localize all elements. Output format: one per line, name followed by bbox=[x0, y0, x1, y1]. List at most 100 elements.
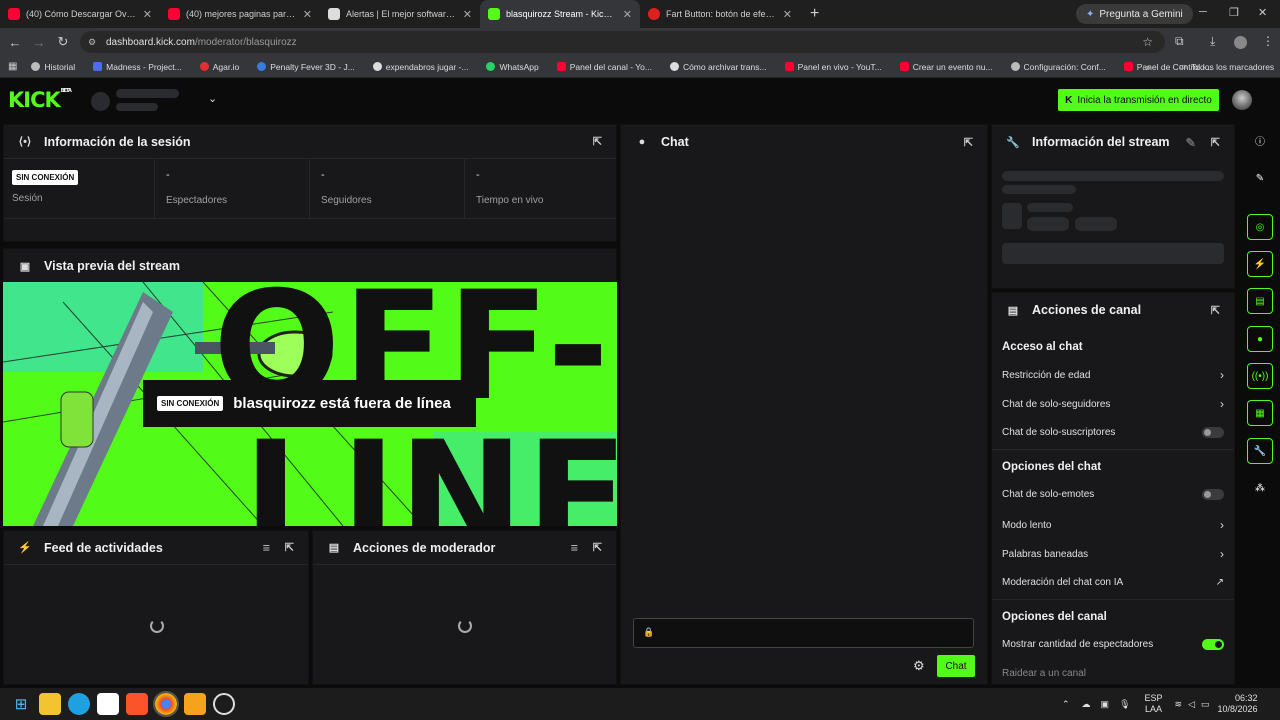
chrome-icon[interactable] bbox=[153, 691, 179, 717]
chat-send-button[interactable]: Chat bbox=[937, 655, 975, 677]
channel-actions-icon[interactable]: ▦ bbox=[1247, 400, 1273, 426]
gemini-button[interactable]: ✦ Pregunta a Gemini bbox=[1076, 4, 1193, 24]
external-link-icon: ↗ bbox=[1215, 577, 1224, 588]
windows-taskbar: ⊞ ⌃ ☁ ▣ 🎙 ESP LAA ≋ ◁ ▭ 06:32 10/8/2026 bbox=[0, 688, 1280, 720]
close-icon[interactable]: ✕ bbox=[783, 8, 792, 21]
chat-bubble-icon[interactable]: ● bbox=[1247, 326, 1273, 352]
browser-tab[interactable]: Alertas | El mejor software para...✕ bbox=[320, 0, 480, 28]
site-info-icon[interactable]: ⚙ bbox=[88, 37, 96, 48]
followers-only-row[interactable]: Chat de solo-seguidores › bbox=[1002, 397, 1224, 411]
popout-icon[interactable]: ⇱ bbox=[593, 135, 602, 148]
subscribers-only-toggle[interactable] bbox=[1202, 427, 1224, 438]
browser-tab-active[interactable]: blasquirozz Stream - Kick Dashb...✕ bbox=[480, 0, 640, 28]
preview-focus-icon[interactable]: ◎ bbox=[1247, 214, 1273, 240]
lightning-icon[interactable]: ⚡ bbox=[1247, 251, 1273, 277]
raid-channel-row[interactable]: Raidear a un canal bbox=[1002, 668, 1224, 679]
close-icon[interactable]: ✕ bbox=[303, 8, 312, 21]
windows-start-icon[interactable]: ⊞ bbox=[10, 693, 32, 715]
chat-input[interactable]: 🔒 bbox=[633, 618, 974, 648]
slow-mode-row[interactable]: Modo lento › bbox=[1002, 518, 1224, 532]
bookmark-star-icon[interactable]: ☆ bbox=[1142, 35, 1153, 49]
google-icon bbox=[669, 62, 679, 71]
close-icon[interactable]: ✕ bbox=[463, 8, 472, 21]
emotes-only-toggle[interactable] bbox=[1202, 489, 1224, 500]
edit-pencil-icon[interactable]: ✎ bbox=[1186, 135, 1196, 150]
more-bookmarks-icon[interactable]: » bbox=[1146, 62, 1151, 72]
battery-icon[interactable]: ▭ bbox=[1201, 699, 1210, 710]
browser-tab[interactable]: (40) mejores paginas para edita...✕ bbox=[160, 0, 320, 28]
back-icon[interactable]: ← bbox=[3, 35, 27, 50]
bookmark-item[interactable]: Panel en vivo - YouT... bbox=[784, 62, 882, 72]
extensions-icon[interactable]: ⧉ bbox=[1175, 34, 1184, 49]
new-tab-button[interactable]: + bbox=[810, 5, 819, 23]
info-icon[interactable]: ⓘ bbox=[1247, 127, 1273, 153]
profile-icon[interactable] bbox=[1234, 36, 1247, 49]
bookmark-item[interactable]: Historial bbox=[31, 62, 75, 72]
clipboard-icon[interactable]: ▤ bbox=[1247, 288, 1273, 314]
bookmark-item[interactable]: Panel del canal - Yo... bbox=[556, 62, 652, 72]
restore-icon[interactable]: ❐ bbox=[1229, 6, 1239, 19]
popout-icon[interactable]: ⇱ bbox=[285, 541, 294, 554]
window-close-icon[interactable]: ✕ bbox=[1258, 6, 1267, 19]
bookmark-item[interactable]: Crear un evento nu... bbox=[899, 62, 993, 72]
wifi-icon[interactable]: ≋ bbox=[1175, 699, 1183, 710]
address-bar[interactable]: ⚙ dashboard.kick.com/moderator/blasquiro… bbox=[80, 31, 1165, 53]
show-viewers-toggle[interactable] bbox=[1202, 639, 1224, 650]
bookmark-item[interactable]: Penalty Fever 3D - J... bbox=[257, 62, 355, 72]
browser-tab[interactable]: Fart Button: botón de efectos d...✕ bbox=[640, 0, 800, 28]
channel-switcher-chevron-icon[interactable]: ⌄ bbox=[208, 92, 217, 105]
bookmark-item[interactable]: Cómo archivar trans... bbox=[669, 62, 767, 72]
stat-followers: - Seguidores bbox=[321, 169, 372, 206]
bookmark-item[interactable]: Configuración: Conf... bbox=[1010, 62, 1106, 72]
kick-logo[interactable]: KICKBETA bbox=[8, 88, 72, 112]
obs-icon[interactable] bbox=[213, 693, 235, 715]
go-live-button[interactable]: K Inicia la transmisión en directo bbox=[1058, 89, 1219, 111]
bookmark-item[interactable]: WhatsApp bbox=[486, 62, 539, 72]
user-avatar[interactable] bbox=[1232, 90, 1252, 110]
banned-words-row[interactable]: Palabras baneadas › bbox=[1002, 547, 1224, 561]
volume-icon[interactable]: ◁ bbox=[1188, 699, 1195, 710]
age-restriction-row[interactable]: Restricción de edad › bbox=[1002, 368, 1224, 382]
file-explorer-icon[interactable] bbox=[39, 693, 61, 715]
store-icon[interactable] bbox=[97, 693, 119, 715]
wrench-icon[interactable]: 🔧 bbox=[1247, 438, 1273, 464]
edit-pencil-icon[interactable]: ✎ bbox=[1247, 165, 1273, 191]
reload-icon[interactable]: ↻ bbox=[51, 34, 75, 50]
subtitle-placeholder bbox=[1002, 185, 1076, 194]
all-bookmarks[interactable]: ▭ Todos los marcadores bbox=[1179, 61, 1274, 72]
microphone-icon[interactable]: 🎙 bbox=[1119, 699, 1130, 710]
layout-icon[interactable]: ⁂ bbox=[1247, 475, 1273, 501]
close-icon[interactable]: ✕ bbox=[623, 8, 632, 21]
browser-tab[interactable]: (40) Cómo Descargar Overlays ...✕ bbox=[0, 0, 160, 28]
broadcast-icon[interactable]: ((•)) bbox=[1247, 363, 1273, 389]
filter-icon[interactable]: ≡ bbox=[571, 541, 578, 555]
cloud-icon[interactable]: ☁ bbox=[1082, 699, 1091, 710]
app-tray-icon[interactable]: ▣ bbox=[1101, 699, 1110, 710]
lock-icon: 🔒 bbox=[643, 627, 655, 637]
forward-icon[interactable]: → bbox=[27, 35, 51, 50]
language-indicator[interactable]: ESP LAA bbox=[1145, 693, 1163, 715]
apps-icon[interactable]: ▦ bbox=[8, 61, 17, 72]
panel-header: ⟨•⟩ Información de la sesión ⇱ bbox=[4, 125, 616, 159]
bookmark-item[interactable]: Madness - Project... bbox=[93, 62, 182, 72]
menu-kebab-icon[interactable]: ⋮ bbox=[1262, 34, 1274, 48]
chevron-up-icon[interactable]: ⌃ bbox=[1062, 699, 1070, 710]
clock[interactable]: 06:32 10/8/2026 bbox=[1218, 693, 1258, 715]
popout-icon[interactable]: ⇱ bbox=[1211, 304, 1220, 317]
brave-icon[interactable] bbox=[126, 693, 148, 715]
popout-icon[interactable]: ⇱ bbox=[593, 541, 602, 554]
bookmark-item[interactable]: expendabros jugar -... bbox=[372, 62, 468, 72]
popout-icon[interactable]: ⇱ bbox=[1211, 136, 1220, 149]
download-icon[interactable]: ⤓ bbox=[1210, 34, 1215, 49]
popout-icon[interactable]: ⇱ bbox=[964, 136, 973, 149]
chat-settings-gear-icon[interactable]: ⚙ bbox=[913, 658, 925, 674]
edge-icon[interactable] bbox=[68, 693, 90, 715]
vlc-icon[interactable] bbox=[184, 693, 206, 715]
filter-icon[interactable]: ≡ bbox=[263, 541, 270, 555]
status-badge: SIN CONEXIÓN bbox=[12, 170, 79, 185]
ai-moderation-row[interactable]: Moderación del chat con IA ↗ bbox=[1002, 577, 1224, 588]
bookmark-item[interactable]: Agar.io bbox=[199, 62, 239, 72]
close-icon[interactable]: ✕ bbox=[143, 8, 152, 21]
minimize-icon[interactable]: ─ bbox=[1199, 6, 1207, 18]
subscribers-only-row: Chat de solo-suscriptores bbox=[1002, 427, 1224, 438]
